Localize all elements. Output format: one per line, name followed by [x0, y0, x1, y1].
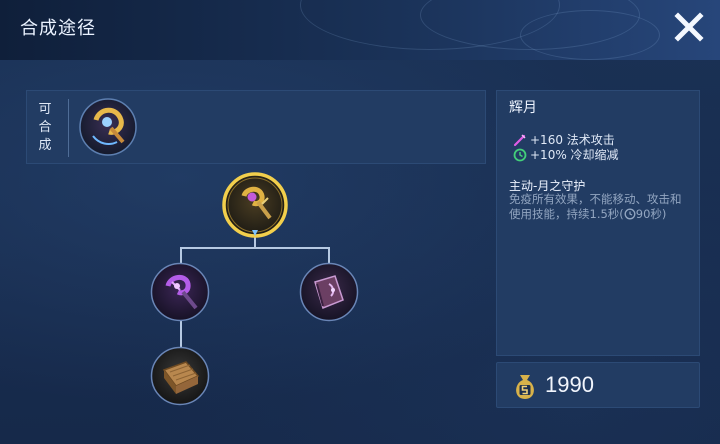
- skill-cooldown: (90秒): [619, 207, 666, 221]
- can-compose-row: 可合成: [26, 90, 486, 164]
- purple-wand-icon[interactable]: [150, 262, 210, 322]
- moon-glow-staff-icon[interactable]: [222, 172, 288, 238]
- tree-connector-right: [328, 247, 330, 263]
- header-bar: 合成途径: [0, 0, 720, 60]
- close-button[interactable]: [672, 10, 706, 44]
- item-info-panel: 辉月 +160 法术攻击 +10% 冷却缩减 主动-月之守护 免疫所有效果，不能…: [496, 90, 700, 356]
- cooldown-clock-icon: [624, 208, 636, 219]
- gold-bag-icon: [516, 375, 534, 399]
- stat-cooldown-text: +10% 冷却缩减: [530, 148, 619, 162]
- wooden-book-icon[interactable]: [150, 346, 210, 406]
- stat-cooldown: +10% 冷却缩减: [513, 146, 619, 163]
- page-title: 合成途径: [20, 18, 96, 39]
- skill-description: 免疫所有效果，不能移动、攻击和使用技能，持续1.5秒(90秒): [509, 192, 691, 221]
- divider: [68, 99, 69, 157]
- magic-attack-icon: [513, 133, 526, 146]
- tree-connector-left: [180, 247, 182, 263]
- purple-tome-icon[interactable]: [299, 262, 359, 322]
- tree-connector-horizontal: [180, 247, 330, 249]
- item-synthesis-screen: 合成途径 可合成 辉月 +160 法术攻击 +10% 冷却缩减 主动-月之守护 …: [0, 0, 720, 444]
- price-value: 1990: [545, 372, 594, 397]
- can-compose-label: 可合成: [38, 102, 52, 153]
- cooldown-icon: [513, 148, 527, 161]
- item-name: 辉月: [509, 100, 537, 116]
- close-icon: [674, 12, 704, 42]
- cooldown-text: 90秒): [635, 206, 667, 221]
- price-box: 1990: [496, 362, 700, 408]
- golden-staff-item-icon[interactable]: [79, 98, 137, 156]
